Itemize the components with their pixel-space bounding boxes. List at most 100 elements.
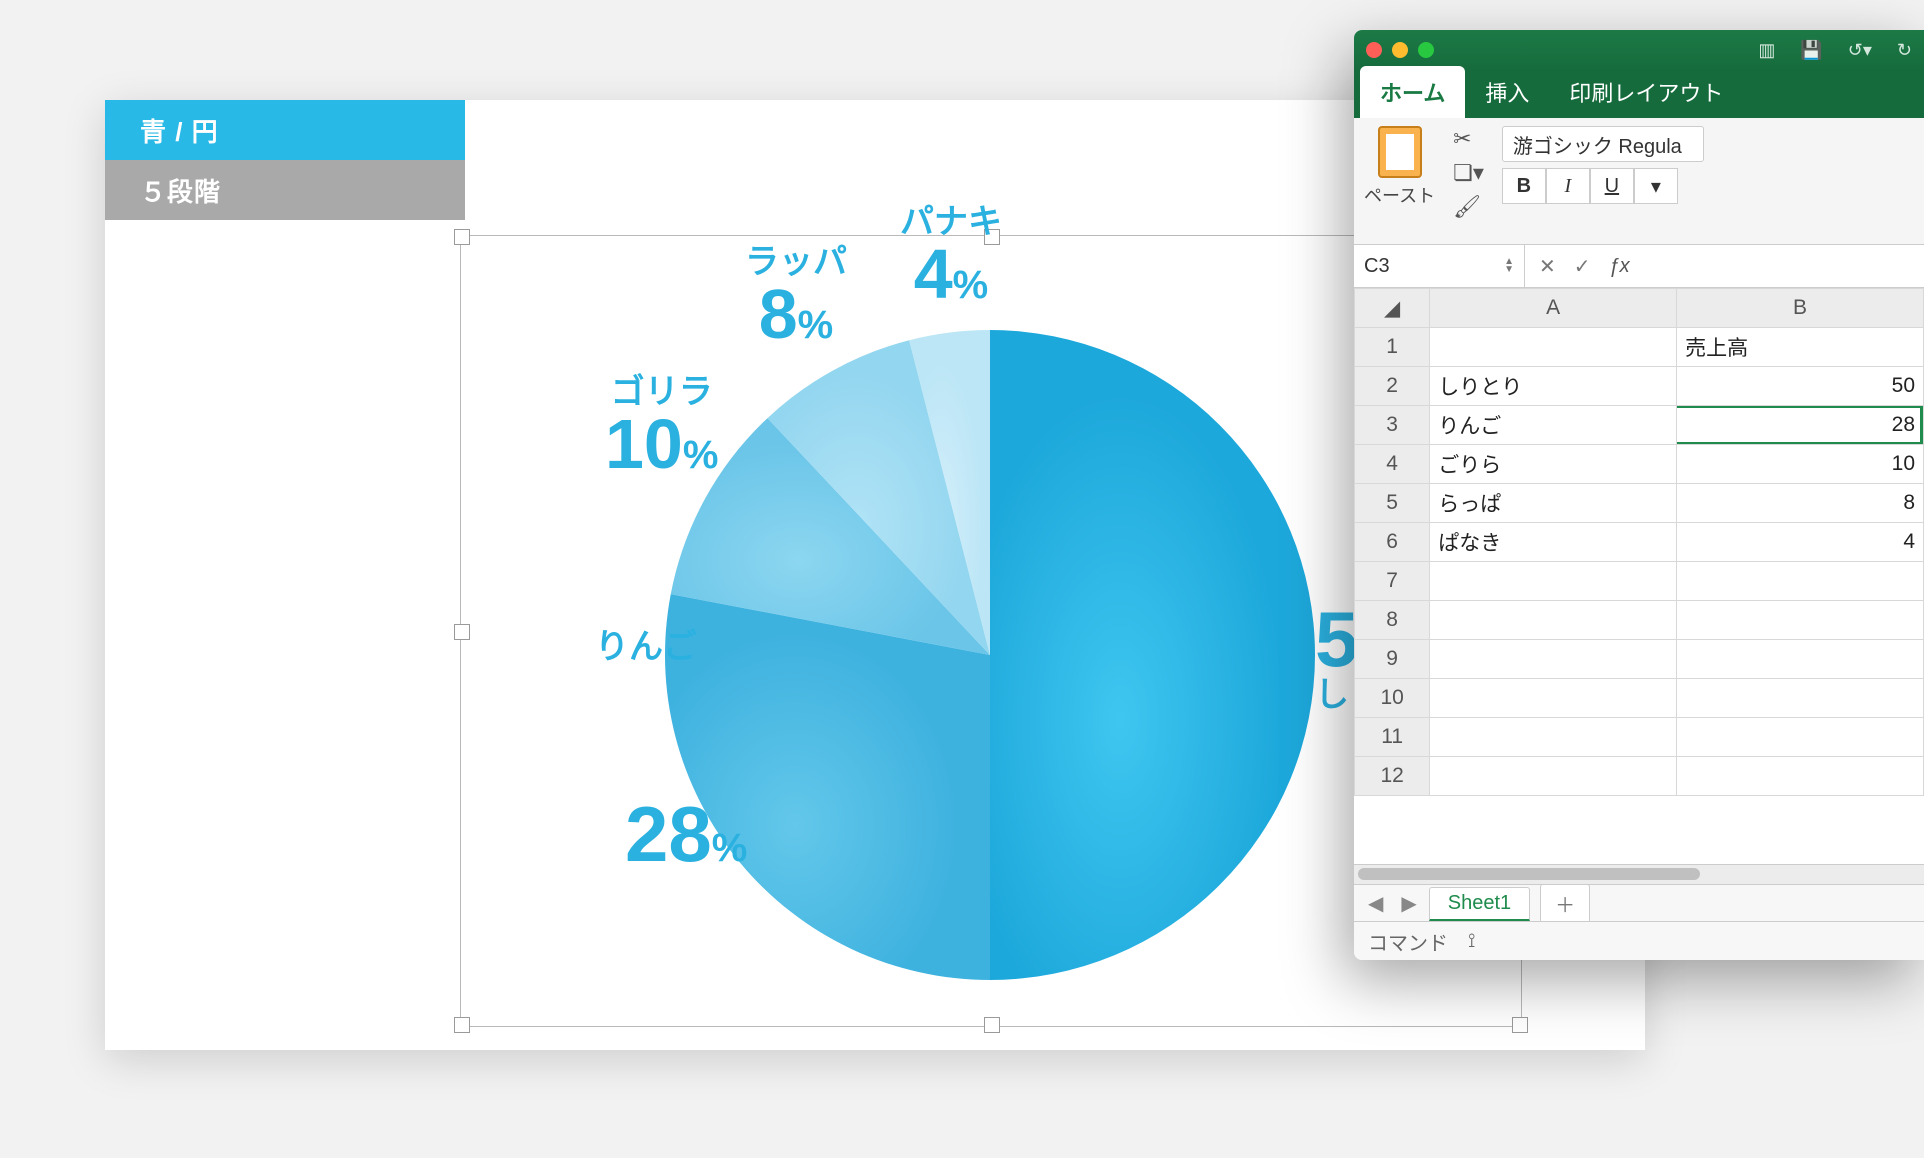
label-ringo: りんご [595,630,697,664]
table-row[interactable]: 2しりとり50 [1355,367,1924,406]
table-row[interactable]: 10 [1355,679,1924,718]
name-box-value: C3 [1364,255,1390,278]
undo-icon[interactable]: ↺▾ [1848,40,1872,61]
pie-slice-しりとり[interactable] [990,330,1315,980]
resize-handle-sw[interactable] [454,1017,470,1033]
row-header[interactable]: 4 [1355,445,1430,484]
resize-handle-s[interactable] [984,1017,1000,1033]
table-row[interactable]: 3りんご28 [1355,406,1924,445]
cell[interactable]: 8 [1677,484,1924,523]
row-header[interactable]: 5 [1355,484,1430,523]
row-header[interactable]: 1 [1355,328,1430,367]
excel-titlebar[interactable]: ▥ 💾 ↺▾ ↻ [1354,30,1924,70]
cell[interactable]: 売上高 [1677,328,1924,367]
save-icon[interactable]: 💾 [1800,40,1822,61]
ribbon-tab-layout[interactable]: 印刷レイアウト [1549,66,1743,118]
sheet-tab[interactable]: Sheet1 [1429,887,1530,921]
row-header[interactable]: 7 [1355,562,1430,601]
cell[interactable]: 4 [1677,523,1924,562]
row-header[interactable]: 6 [1355,523,1430,562]
ribbon-tab-home[interactable]: ホーム [1360,66,1465,118]
paste-button[interactable]: ペースト [1364,126,1435,208]
window-close-icon[interactable] [1366,42,1382,58]
redo-icon[interactable]: ↻ [1897,40,1912,61]
row-header[interactable]: 11 [1355,718,1430,757]
table-row[interactable]: 1 売上高 [1355,328,1924,367]
resize-handle-nw[interactable] [454,229,470,245]
add-sheet-button[interactable]: ＋ [1540,884,1590,923]
sheet-nav-prev-icon[interactable]: ◀ [1362,887,1389,920]
col-header-A[interactable]: A [1430,289,1677,328]
row-header[interactable]: 8 [1355,601,1430,640]
window-minimize-icon[interactable] [1392,42,1408,58]
bold-button[interactable]: B [1502,168,1546,204]
table-row[interactable]: 8 [1355,601,1924,640]
cell[interactable]: 28 [1677,406,1924,445]
cell[interactable] [1430,640,1677,679]
formula-cancel-icon[interactable]: ✕ [1539,254,1556,279]
worksheet[interactable]: ◢ A B 1売上高2しりとり503りんご284ごりら105らっぱ86ぱなき47… [1354,288,1924,848]
cell[interactable] [1430,679,1677,718]
cell[interactable] [1677,679,1924,718]
resize-handle-w[interactable] [454,624,470,640]
cell[interactable]: りんご [1430,406,1677,445]
cell[interactable]: 10 [1677,445,1924,484]
row-header[interactable]: 2 [1355,367,1430,406]
format-painter-icon[interactable]: 🖌︎ [1453,194,1484,220]
scrollbar-thumb[interactable] [1358,868,1700,880]
autosave-icon[interactable]: ▥ [1758,40,1775,61]
cell[interactable]: ぱなき [1430,523,1677,562]
table-row[interactable]: 4ごりら10 [1355,445,1924,484]
cell[interactable] [1677,562,1924,601]
italic-button[interactable]: I [1546,168,1590,204]
font-select[interactable]: 游ゴシック Regula [1502,126,1704,162]
name-box[interactable]: C3 ▲▼ [1354,245,1525,287]
namebox-stepper-icon[interactable]: ▲▼ [1504,258,1514,274]
resize-handle-se[interactable] [1512,1017,1528,1033]
pie-chart[interactable] [665,330,1315,980]
select-all-corner[interactable]: ◢ [1355,289,1430,328]
sheet-nav-next-icon[interactable]: ▶ [1395,887,1422,920]
accessibility-icon[interactable]: ⟟ [1468,930,1475,953]
cell[interactable] [1430,601,1677,640]
row-header[interactable]: 9 [1355,640,1430,679]
formula-confirm-icon[interactable]: ✓ [1574,254,1591,279]
cell[interactable]: 50 [1677,367,1924,406]
window-zoom-icon[interactable] [1418,42,1434,58]
copy-icon[interactable]: ❏▾ [1453,160,1484,186]
pie-slice-りんご[interactable] [665,594,990,980]
table-row[interactable]: 11 [1355,718,1924,757]
cell[interactable] [1677,601,1924,640]
row-header[interactable]: 10 [1355,679,1430,718]
cell[interactable] [1677,718,1924,757]
row-header[interactable]: 12 [1355,757,1430,796]
underline-button[interactable]: U [1590,168,1634,204]
cell[interactable] [1430,328,1677,367]
fx-icon[interactable]: ƒx [1609,255,1630,278]
quick-access: ▥ 💾 ↺▾ ↻ [1758,40,1912,61]
col-header-B[interactable]: B [1677,289,1924,328]
cell[interactable] [1430,562,1677,601]
table-row[interactable]: 6ぱなき4 [1355,523,1924,562]
cell[interactable]: しりとり [1430,367,1677,406]
cut-icon[interactable]: ✂︎ [1453,126,1484,152]
status-command: コマンド [1368,927,1448,956]
tab-5steps[interactable]: ５段階 [105,160,465,220]
sheet-tab-bar: ◀ ▶ Sheet1 ＋ [1354,884,1924,922]
tab-blue-circle[interactable]: 青 / 円 [105,100,465,160]
label-panaki: パナキ 4% [900,205,1002,309]
underline-dropdown[interactable]: ▾ [1634,168,1678,204]
cell[interactable] [1677,757,1924,796]
table-row[interactable]: 9 [1355,640,1924,679]
table-row[interactable]: 7 [1355,562,1924,601]
cell[interactable]: ごりら [1430,445,1677,484]
cell[interactable]: らっぱ [1430,484,1677,523]
ribbon-tab-insert[interactable]: 挿入 [1465,66,1549,118]
table-row[interactable]: 5らっぱ8 [1355,484,1924,523]
row-header[interactable]: 3 [1355,406,1430,445]
table-row[interactable]: 12 [1355,757,1924,796]
horizontal-scrollbar[interactable] [1354,864,1924,885]
cell[interactable] [1430,757,1677,796]
cell[interactable] [1430,718,1677,757]
cell[interactable] [1677,640,1924,679]
